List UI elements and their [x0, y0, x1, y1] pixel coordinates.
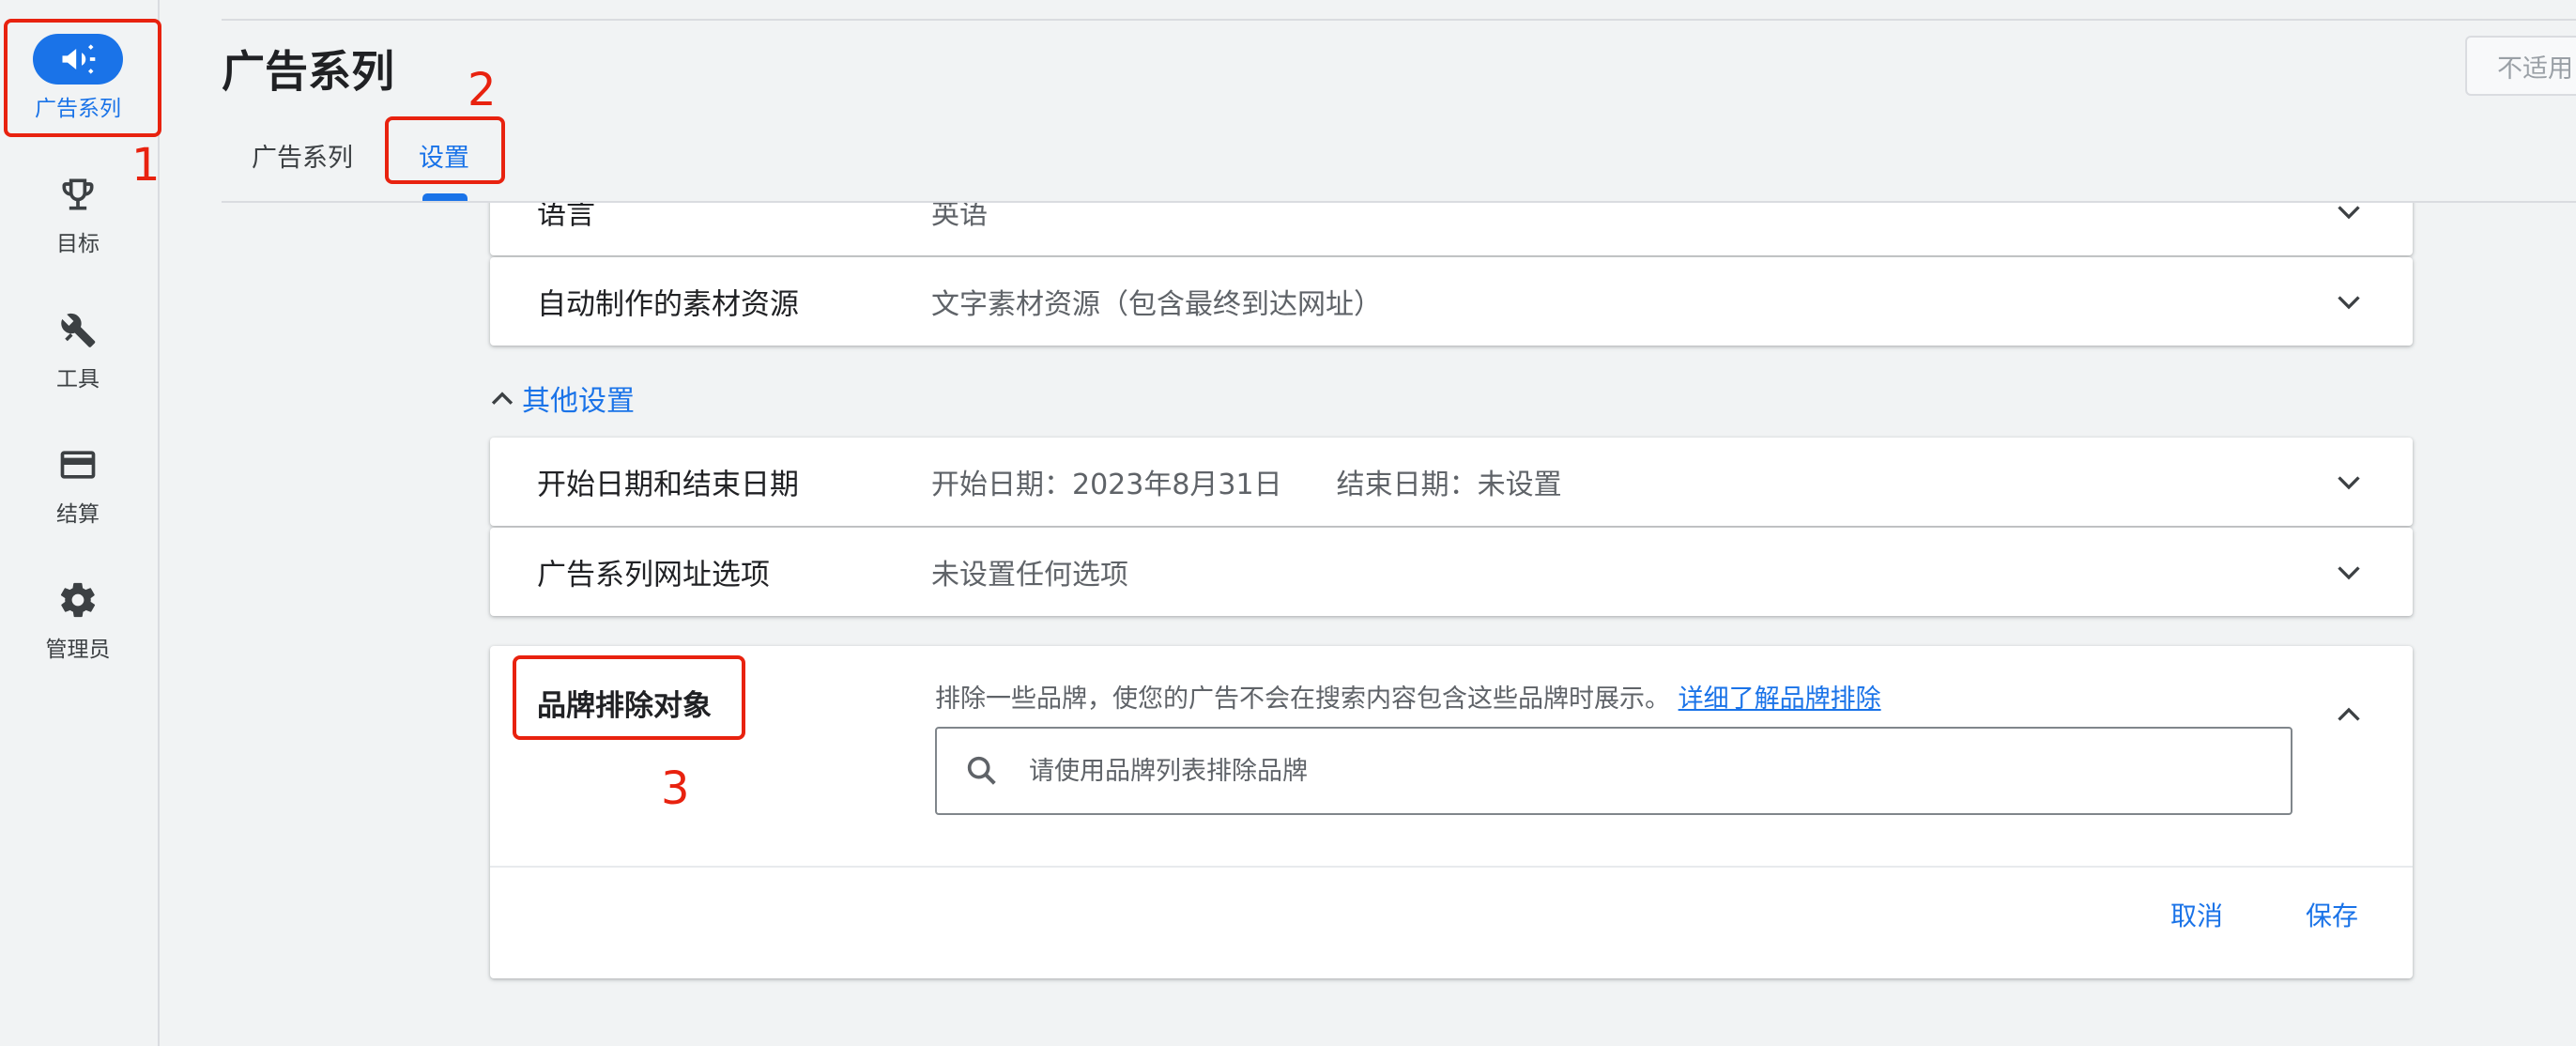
end-date-value: 未设置: [1477, 469, 1562, 501]
setting-value: 英语: [931, 203, 988, 231]
search-icon: [967, 756, 996, 785]
annotation-number-2: 2: [468, 64, 497, 116]
annotation-box-1: [4, 19, 161, 137]
header-divider-top: [222, 19, 2576, 21]
brand-exclusion-description: 排除一些品牌，使您的广告不会在搜索内容包含这些品牌时展示。 详细了解品牌排除: [935, 678, 1881, 715]
setting-row-auto-assets[interactable]: 自动制作的素材资源 文字素材资源（包含最终到达网址）: [490, 257, 2413, 346]
tab-campaigns[interactable]: 广告系列: [252, 137, 353, 174]
setting-label: 自动制作的素材资源: [537, 287, 799, 322]
nav-label: 结算: [56, 502, 100, 527]
setting-row-dates[interactable]: 开始日期和结束日期 开始日期：2023年8月31日 结束日期：未设置: [490, 438, 2413, 526]
setting-label: 广告系列网址选项: [537, 558, 770, 592]
annotation-number-1: 1: [131, 139, 161, 192]
annotation-box-3: [513, 655, 745, 740]
save-button[interactable]: 保存: [2306, 896, 2358, 933]
setting-row-url-options[interactable]: 广告系列网址选项 未设置任何选项: [490, 528, 2413, 616]
setting-label: 开始日期和结束日期: [537, 468, 799, 502]
brand-search-input[interactable]: [1029, 756, 2249, 786]
setting-row-language[interactable]: 语言 英语: [490, 203, 2413, 255]
nav-item-tools[interactable]: 工具: [0, 304, 156, 417]
settings-content: 语言 英语 自动制作的素材资源 文字素材资源（包含最终到达网址） 其他设置 开始…: [161, 203, 2576, 1046]
chevron-down-icon[interactable]: [2332, 285, 2366, 318]
nav-label: 工具: [56, 367, 100, 392]
chevron-down-icon[interactable]: [2332, 555, 2366, 589]
start-date-label: 开始日期：: [931, 469, 1072, 501]
panel-divider: [490, 866, 2413, 868]
chevron-down-icon[interactable]: [2332, 203, 2366, 228]
status-button[interactable]: 不适用: [2465, 36, 2576, 96]
learn-more-link[interactable]: 详细了解品牌排除: [1679, 685, 1881, 714]
setting-value: 开始日期：2023年8月31日 结束日期：未设置: [931, 461, 1562, 502]
nav-item-billing[interactable]: 结算: [0, 439, 156, 552]
setting-label: 语言: [537, 203, 595, 232]
end-date-label: 结束日期：: [1336, 469, 1478, 501]
tools-icon: [33, 304, 123, 355]
annotation-number-3: 3: [661, 762, 690, 815]
brand-search-box[interactable]: [935, 727, 2292, 815]
brand-exclusion-panel: 品牌排除对象 排除一些品牌，使您的广告不会在搜索内容包含这些品牌时展示。 详细了…: [490, 646, 2413, 978]
credit-card-icon: [33, 439, 123, 490]
nav-label: 目标: [56, 232, 100, 256]
chevron-up-icon: [491, 392, 514, 405]
trophy-icon: [33, 169, 123, 220]
gear-icon: [33, 575, 123, 625]
other-settings-label: 其他设置: [522, 385, 635, 418]
chevron-up-icon[interactable]: [2332, 699, 2366, 732]
description-text: 排除一些品牌，使您的广告不会在搜索内容包含这些品牌时展示。: [935, 685, 1670, 714]
cancel-button[interactable]: 取消: [2170, 896, 2223, 933]
page-title: 广告系列: [222, 46, 394, 97]
nav-label: 管理员: [45, 638, 111, 662]
start-date-value: 2023年8月31日: [1072, 469, 1282, 501]
annotation-box-2: [385, 116, 505, 184]
setting-value: 文字素材资源（包含最终到达网址）: [931, 288, 1382, 321]
setting-value: 未设置任何选项: [931, 559, 1128, 592]
other-settings-toggle[interactable]: 其他设置: [486, 377, 635, 419]
chevron-down-icon[interactable]: [2332, 465, 2366, 499]
nav-item-admin[interactable]: 管理员: [0, 575, 156, 687]
